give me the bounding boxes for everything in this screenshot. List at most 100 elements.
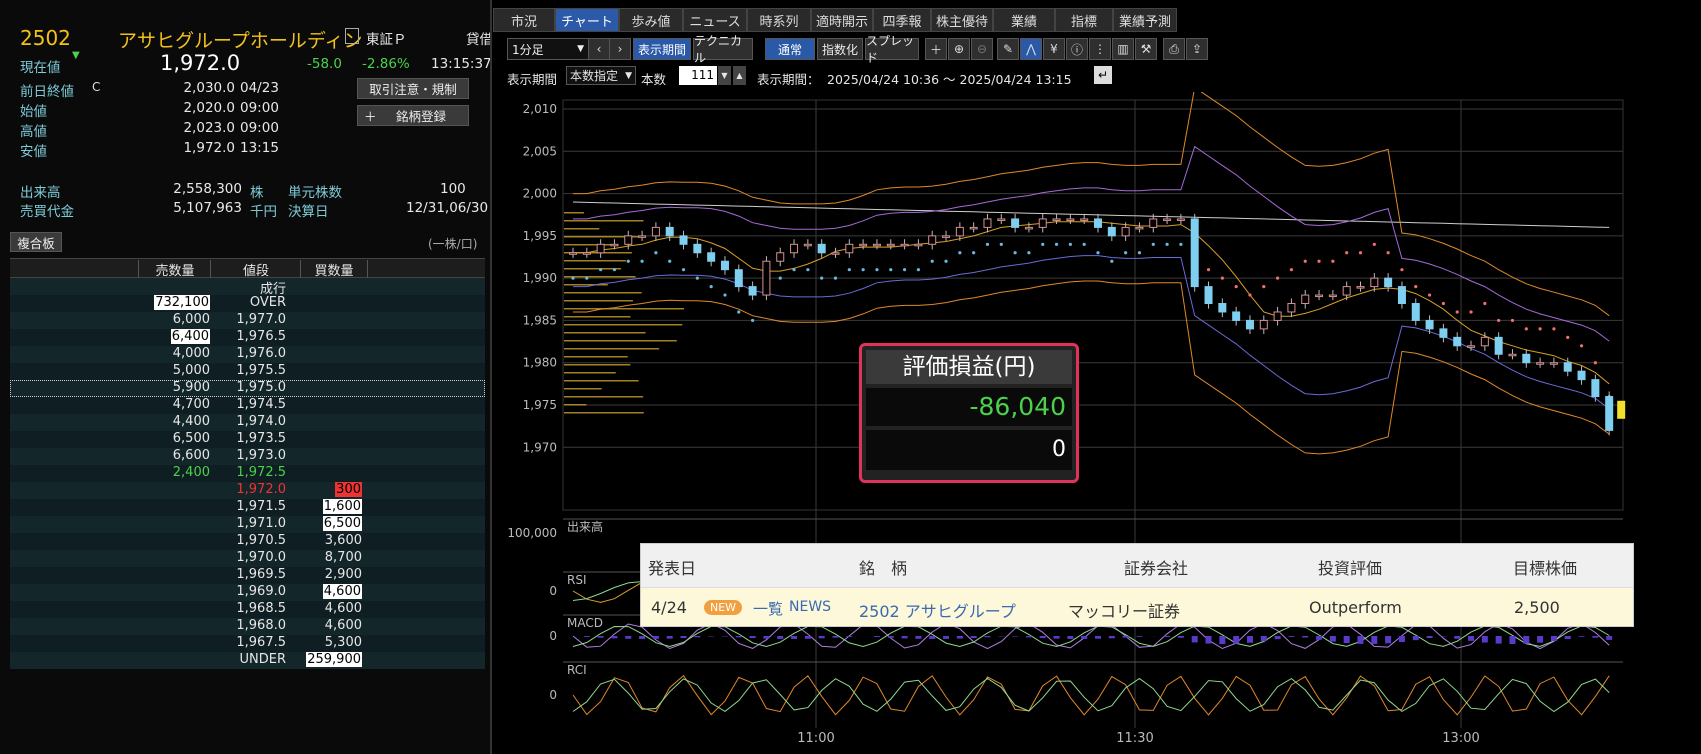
board-price: 1,968.0 <box>236 618 286 633</box>
count-down-icon[interactable]: ▼ <box>718 66 731 85</box>
volume-profile-bar <box>564 348 660 350</box>
wrench-icon[interactable]: ⚒ <box>1135 38 1157 60</box>
volume-profile-bar <box>564 324 683 326</box>
board-row[interactable]: 1,970.5 3,600 <box>10 533 485 550</box>
board-row[interactable]: 4,000 1,976.0 <box>10 346 485 363</box>
bar-chart-icon[interactable]: ▥ <box>1112 38 1134 60</box>
export-icon[interactable]: ⇪ <box>1186 38 1208 60</box>
yen-icon[interactable]: ¥ <box>1043 38 1065 60</box>
sar-dot <box>1303 259 1307 263</box>
print-icon[interactable]: ⎙ <box>1163 38 1185 60</box>
refresh-icon[interactable]: ↵ <box>1094 66 1112 84</box>
period-mode-select[interactable]: 本数指定 ▼ <box>566 66 636 85</box>
board-price: 1,973.5 <box>236 431 286 446</box>
mark-icon[interactable]: ⋮ <box>1089 38 1111 60</box>
tab-5[interactable]: 適時開示 <box>811 8 873 32</box>
news-link[interactable]: NEWS <box>789 599 831 615</box>
tab-9[interactable]: 指標 <box>1055 8 1113 32</box>
sar-dot <box>792 268 796 272</box>
price-plot-area <box>562 99 1624 511</box>
turnover-label: 売買代金 <box>20 204 74 220</box>
board-buy-qty: 2,900 <box>324 567 362 582</box>
board-row[interactable]: 1,968.5 4,600 <box>10 601 485 618</box>
board-row[interactable]: 1,971.5 1,600 <box>10 499 485 516</box>
candle-body <box>748 286 757 296</box>
sar-dot <box>778 276 782 280</box>
period-button[interactable]: 表示期間 <box>633 38 691 60</box>
board-row[interactable]: 1,969.0 4,600 <box>10 584 485 601</box>
candle-body <box>872 243 881 247</box>
list-link[interactable]: 一覧 <box>753 598 783 619</box>
board-row[interactable]: 5,000 1,975.5 <box>10 363 485 380</box>
macd-bar <box>1039 636 1046 639</box>
price-chart[interactable]: 2,010 2,005 2,000 1,995 1,990 1,985 1,980 1,975… <box>493 92 1701 754</box>
register-stock-button[interactable]: ＋ 銘柄登録 <box>357 105 469 126</box>
candle-body <box>1273 311 1282 321</box>
board-row[interactable]: 6,600 1,973.0 <box>10 448 485 465</box>
board-buy-qty: 259,900 <box>306 652 362 667</box>
tab-10[interactable]: 業績予測 <box>1113 8 1177 32</box>
board-row[interactable]: 4,400 1,974.0 <box>10 414 485 431</box>
board-row[interactable]: 成行 <box>10 278 485 297</box>
turnover-value: 5,107,963 <box>173 200 242 216</box>
board-buy-qty: 6,500 <box>322 516 362 531</box>
board-row[interactable]: UNDER 259,900 <box>10 652 485 669</box>
tab-6[interactable]: 四季報 <box>873 8 931 32</box>
tab-1[interactable]: チャート <box>555 8 619 32</box>
trend-icon[interactable]: ⋀ <box>1020 38 1042 60</box>
zoom-out-icon[interactable]: ⊖ <box>971 38 993 60</box>
normal-button[interactable]: 通常 <box>765 38 815 60</box>
board-row[interactable]: 6,000 1,977.0 <box>10 312 485 329</box>
macd-bar <box>1495 636 1502 644</box>
prev-icon[interactable]: ‹ <box>588 38 610 60</box>
sar-dot <box>1165 242 1169 246</box>
tab-8[interactable]: 業績 <box>993 8 1055 32</box>
tab-2[interactable]: 歩み値 <box>619 8 683 32</box>
board-row[interactable]: 1,970.0 8,700 <box>10 550 485 567</box>
news-stock-link[interactable]: 2502 アサヒグループ <box>859 598 1016 622</box>
board-row[interactable]: 1,972.0 300 <box>10 482 485 499</box>
candle-body <box>817 243 826 254</box>
board-sell-qty: 6,400 <box>170 329 210 344</box>
crosshair-icon[interactable]: ＋ <box>925 38 947 60</box>
board-row[interactable]: 2,400 1,972.5 <box>10 465 485 482</box>
board-row[interactable]: 1,969.5 2,900 <box>10 567 485 584</box>
sar-dot <box>1179 242 1183 246</box>
tab-3[interactable]: ニュース <box>683 8 747 32</box>
board-row[interactable]: 6,500 1,973.5 <box>10 431 485 448</box>
next-icon[interactable]: › <box>609 38 631 60</box>
macd-bar <box>1233 636 1240 644</box>
pencil-icon[interactable]: ✎ <box>997 38 1019 60</box>
order-rules-button[interactable]: 取引注意・規制 <box>357 78 469 99</box>
count-input[interactable]: 111 <box>679 66 717 85</box>
interval-select[interactable]: 1分足 ▼ <box>507 38 589 60</box>
sar-dot <box>1538 327 1542 331</box>
board-row[interactable]: 1,967.5 5,300 <box>10 635 485 652</box>
macd-bar <box>735 636 742 638</box>
tab-4[interactable]: 時系列 <box>747 8 811 32</box>
tab-7[interactable]: 株主優待 <box>931 8 993 32</box>
info-icon[interactable]: ⓘ <box>1066 38 1088 60</box>
board-row[interactable]: 1,968.0 4,600 <box>10 618 485 635</box>
spread-button[interactable]: スプレッド <box>865 34 919 65</box>
document-icon[interactable] <box>345 28 359 44</box>
board-row[interactable]: 732,100 OVER <box>10 295 485 312</box>
board-row[interactable]: 1,971.0 6,500 <box>10 516 485 533</box>
board-tab[interactable]: 複合板 <box>10 232 62 252</box>
news-target: 2,500 <box>1514 598 1560 617</box>
count-up-icon[interactable]: ▲ <box>733 66 746 85</box>
tab-0[interactable]: 市況 <box>493 8 555 32</box>
technical-button[interactable]: テクニカル <box>693 34 753 65</box>
candle-body <box>1052 218 1061 221</box>
news-row[interactable]: 4/24 NEW 一覧 NEWS 2502 アサヒグループ マッコリー証券 Ou… <box>641 588 1633 626</box>
sar-dot <box>1441 301 1445 306</box>
sar-dot <box>1358 251 1363 255</box>
zoom-in-icon[interactable]: ⊕ <box>948 38 970 60</box>
board-row[interactable]: 4,700 1,974.5 <box>10 397 485 414</box>
macd-bar <box>1578 636 1585 637</box>
macd-bar <box>1564 636 1571 640</box>
board-row[interactable]: 6,400 1,976.5 <box>10 329 485 346</box>
macd-bar <box>901 636 908 639</box>
board-row[interactable]: 5,900 1,975.0 <box>10 380 485 397</box>
index-button[interactable]: 指数化 <box>817 38 863 60</box>
